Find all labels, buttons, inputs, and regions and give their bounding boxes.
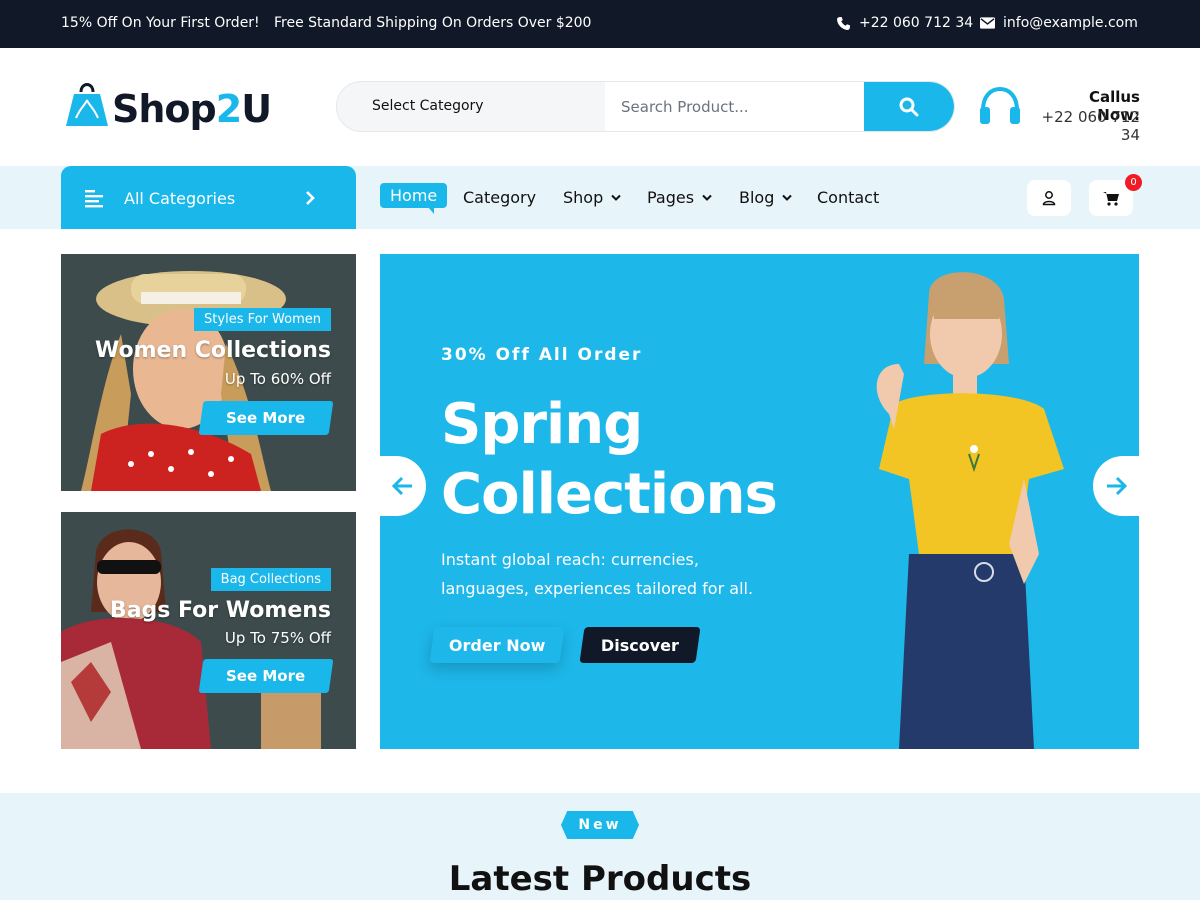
discover-button[interactable]: Discover <box>579 627 701 663</box>
banner-tag: Bag Collections <box>210 568 331 591</box>
cart-icon <box>1102 191 1119 206</box>
discover-label: Discover <box>601 635 679 655</box>
order-now-label: Order Now <box>448 635 546 655</box>
nav-contact[interactable]: Contact <box>817 188 879 207</box>
account-button[interactable] <box>1027 180 1071 216</box>
chevron-down-icon <box>702 194 712 201</box>
nav-contact-label: Contact <box>817 188 880 207</box>
search-icon <box>899 97 919 116</box>
nav-home-label: Home <box>390 186 438 205</box>
logo-text-main: Shop <box>112 87 217 131</box>
arrow-left-icon <box>392 476 412 496</box>
logo-text-end: U <box>241 87 272 131</box>
nav-shop[interactable]: Shop <box>563 188 621 207</box>
topbar-email-text: info@example.com <box>1003 15 1138 31</box>
shopping-bag-icon <box>66 83 108 126</box>
topbar-phone-text: +22 060 712 34 <box>859 15 974 31</box>
banner-title: Women Collections <box>95 338 331 363</box>
promo-shipping: Free Standard Shipping On Orders Over $2… <box>274 15 592 31</box>
nav-blog[interactable]: Blog <box>739 188 793 207</box>
order-now-button[interactable]: Order Now <box>429 627 565 663</box>
cart-count-badge: 0 <box>1125 174 1142 191</box>
hero-slider: 30% Off All Order Spring Collections Ins… <box>380 254 1139 749</box>
top-bar: 15% Off On Your First Order! Free Standa… <box>0 0 1200 48</box>
search-bar: Select Category <box>336 81 955 132</box>
logo-text-accent: 2 <box>215 87 242 131</box>
nav-category-label: Category <box>463 188 537 207</box>
banner-subtitle: Up To 75% Off <box>224 629 331 647</box>
nav-category[interactable]: Category <box>463 188 536 207</box>
search-button[interactable] <box>864 82 954 131</box>
hero-description: Instant global reach: currencies, langua… <box>441 550 754 598</box>
all-categories-label: All Categories <box>124 189 236 208</box>
logo-text: Shop2U <box>112 87 272 131</box>
topbar-phone[interactable]: +22 060 712 34 <box>836 15 973 31</box>
hero-headline-line1: Spring <box>441 392 643 457</box>
envelope-icon <box>980 17 995 29</box>
arrow-right-icon <box>1107 476 1127 496</box>
search-input[interactable] <box>605 82 867 131</box>
banner-title: Bags For Womens <box>109 598 331 623</box>
banner-bag-collections[interactable]: Bag Collections Bags For Womens Up To 75… <box>61 512 356 749</box>
category-select[interactable]: Select Category <box>337 82 605 131</box>
chevron-right-icon <box>306 191 315 205</box>
promo-first-order: 15% Off On Your First Order! <box>61 15 260 31</box>
hero-offer: 30% Off All Order <box>441 345 643 365</box>
nav-pages[interactable]: Pages <box>647 188 712 207</box>
topbar-email[interactable]: info@example.com <box>980 15 1138 31</box>
chevron-down-icon <box>611 194 621 201</box>
latest-products-section: New Latest Products <box>0 793 1200 900</box>
all-categories-button[interactable]: All Categories <box>61 166 356 229</box>
banner-tag: Styles For Women <box>194 308 331 331</box>
nav-pages-label: Pages <box>647 188 695 207</box>
user-icon <box>1042 191 1056 206</box>
see-more-button[interactable]: See More <box>198 659 334 693</box>
nav-home[interactable]: Home <box>380 183 448 214</box>
menu-icon <box>85 190 103 208</box>
see-more-button[interactable]: See More <box>198 401 334 435</box>
banner-subtitle: Up To 60% Off <box>224 370 331 388</box>
see-more-label: See More <box>226 409 306 427</box>
hero-headline: Spring Collections <box>441 390 841 530</box>
banner-women-collections[interactable]: Styles For Women Women Collections Up To… <box>61 254 356 491</box>
hero-headline-line2: Collections <box>441 462 778 527</box>
phone-icon <box>837 16 851 30</box>
headphones-icon <box>980 86 1020 124</box>
latest-products-title: Latest Products <box>448 859 752 899</box>
logo[interactable]: Shop2U <box>64 78 272 131</box>
hero-model-image <box>809 254 1139 749</box>
new-tag: New <box>561 811 639 839</box>
see-more-label: See More <box>226 667 306 685</box>
nav-shop-label: Shop <box>563 188 604 207</box>
chevron-down-icon <box>782 194 793 201</box>
call-us-number[interactable]: +22 060 712 34 <box>1030 108 1140 144</box>
nav-blog-label: Blog <box>739 188 775 207</box>
